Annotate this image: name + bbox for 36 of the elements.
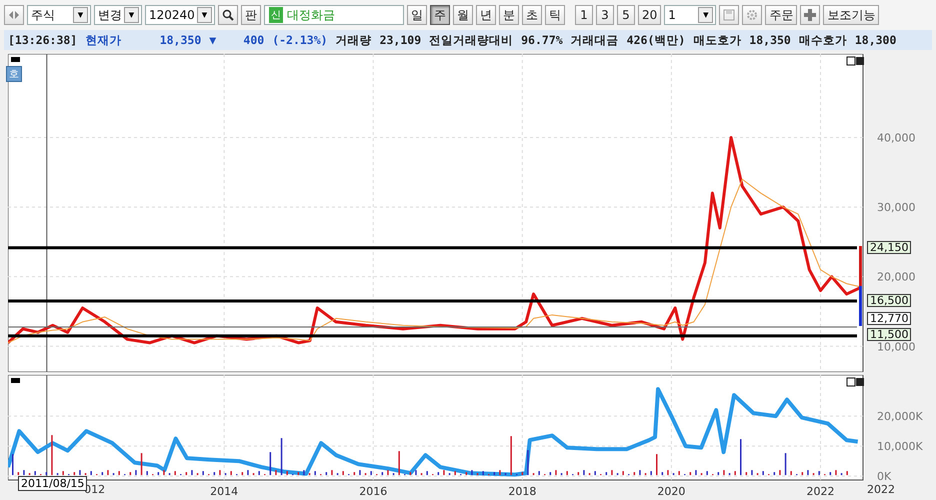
axis-label: 10,000 [877, 340, 916, 354]
level-label: 11,500 [867, 328, 911, 341]
x-axis-label: 2020 [657, 485, 686, 498]
current-price: 18,350 [158, 33, 202, 47]
down-arrow: ▼ [209, 33, 216, 47]
quote-field-label: 매도호가 [693, 32, 742, 48]
x-axis-label: 2014 [210, 485, 238, 498]
x-axis-label: 2018 [508, 485, 536, 498]
price-label: 현재가 [85, 32, 122, 48]
x-axis-label: 2022 [867, 483, 895, 496]
quote-field-value: 23,109 [380, 33, 422, 47]
change-rate: (-2.13%) [272, 33, 328, 47]
axis-label: 30,000 [877, 201, 916, 214]
level-label: 12,770 [867, 312, 911, 325]
x-axis-label: 2016 [359, 485, 388, 498]
quote-field-value: 96.77% [521, 33, 563, 47]
axis-label: 20,000K [877, 410, 923, 424]
axis-label: 40,000 [877, 132, 916, 144]
crosshair-date: 2011/08/15 [18, 476, 88, 491]
quote-field-label: 거래량 [336, 32, 372, 48]
x-axis-label: 2022 [806, 485, 834, 498]
axis-label: 10,000K [877, 440, 923, 454]
quote-field-value: 426(백만) [626, 32, 686, 48]
level-label: 16,500 [867, 294, 911, 308]
stock-name: 대정화금 [286, 6, 335, 24]
axis-label: 20,000 [877, 270, 916, 284]
quote-field-value: 18,350 [749, 33, 791, 47]
axis-label: 0K [877, 470, 892, 484]
quote-field-label: 전일거래량대비 [429, 32, 514, 48]
quote-field-value: 18,300 [854, 33, 896, 47]
new-badge: 신 [269, 7, 283, 23]
price-change: 400 [242, 33, 264, 47]
quote-field-label: 매수호가 [798, 32, 847, 48]
quote-time: [13:26:38] [8, 33, 78, 47]
quote-field-label: 거래대금 [570, 32, 619, 48]
level-label: 24,150 [867, 240, 911, 254]
